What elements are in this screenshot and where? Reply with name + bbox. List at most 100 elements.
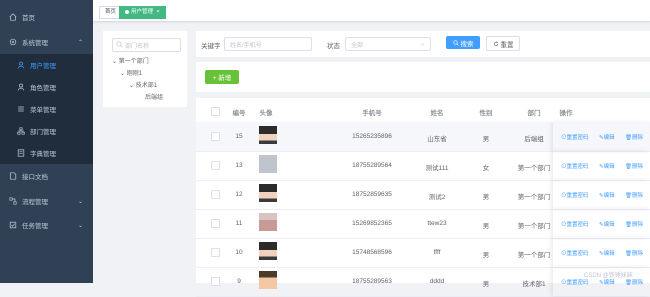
search-button-label: 搜索 (460, 40, 474, 48)
keyword-input[interactable]: 姓名/手机号 (224, 37, 312, 51)
reset-password-link[interactable]: ⊙重置密码 (561, 220, 589, 228)
row-actions: ⊙重置密码 ✎编辑 🗑删除 (553, 209, 650, 238)
sidebar-item-menus[interactable]: 菜单管理 (0, 98, 93, 120)
refresh-icon (493, 40, 498, 46)
delete-link[interactable]: 🗑删除 (625, 249, 643, 257)
reset-password-link[interactable]: ⊙重置密码 (561, 162, 589, 170)
department-search-input[interactable]: 部门名称 (112, 38, 181, 52)
task-icon (9, 221, 17, 229)
select-all-checkbox[interactable] (211, 107, 220, 116)
status-select[interactable]: 全部 ⌄ (345, 37, 431, 51)
delete-link[interactable]: 🗑删除 (625, 278, 643, 286)
sidebar-item-label: 任务管理 (22, 223, 48, 230)
status-label: 状态 (327, 43, 340, 50)
reset-button[interactable]: 重置 (486, 36, 520, 51)
sidebar-item-workflow[interactable]: 流程管理 ⌄ (0, 190, 93, 212)
add-user-button[interactable]: + 新增 (205, 70, 239, 84)
row-checkbox[interactable] (211, 190, 220, 199)
tag-label: 首页 (105, 9, 117, 15)
search-button[interactable]: 搜索 (446, 36, 480, 49)
avatar (259, 271, 277, 289)
tree-node[interactable]: 后端组 (145, 92, 163, 101)
cell-gender: 男 (482, 281, 490, 288)
table-row[interactable]: 11 15269852365 ttew23 男 第一个部门 ⊙重置密码 ✎编辑 🗑删除 (196, 209, 650, 239)
reset-password-link[interactable]: ⊙重置密码 (561, 133, 589, 141)
tag-user-management[interactable]: 用户管理 × (119, 6, 166, 19)
table-row[interactable]: 9 18755289563 dddd 男 技术部1 ⊙重置密码 ✎编辑 🗑删除 (196, 267, 650, 297)
sidebar-item-departments[interactable]: 部门管理 (0, 120, 93, 142)
active-dot-icon (125, 9, 129, 14)
cell-gender: 女 (482, 165, 490, 172)
menu-icon (18, 106, 24, 112)
sidebar-item-home[interactable]: 首页 (0, 6, 93, 28)
row-actions: ⊙重置密码 ✎编辑 🗑删除 (553, 238, 650, 267)
tree-toggle-icon[interactable]: ⌄ (129, 83, 134, 89)
column-header-gender: 性别 (479, 110, 493, 117)
cell-gender: 男 (482, 252, 490, 259)
tree-node[interactable]: ⌄ 刚刚1 (120, 68, 142, 77)
cell-department: 技术部1 (522, 281, 546, 288)
action-label: 删除 (631, 135, 643, 141)
doc-icon (10, 172, 17, 180)
chevron-down-icon: ⌄ (77, 198, 83, 205)
role-icon (17, 83, 25, 91)
sidebar-item-api-docs[interactable]: 接口文档 (0, 165, 93, 187)
row-checkbox[interactable] (211, 219, 220, 228)
delete-link[interactable]: 🗑删除 (625, 162, 643, 170)
table-row[interactable]: 10 15748568596 ffff 男 第一个部门 ⊙重置密码 ✎编辑 🗑删除 (196, 238, 650, 268)
action-label: 编辑 (603, 193, 615, 199)
sidebar-item-system[interactable]: 系统管理 ⌃ (0, 31, 93, 53)
row-checkbox[interactable] (211, 277, 220, 286)
action-label: 重置密码 (566, 164, 589, 170)
edit-link[interactable]: ✎编辑 (599, 220, 615, 228)
action-label: 重置密码 (566, 222, 589, 228)
tree-toggle-icon[interactable]: ⌄ (112, 59, 117, 65)
tree-toggle-icon[interactable]: ⌄ (120, 71, 125, 77)
delete-link[interactable]: 🗑删除 (625, 191, 643, 199)
edit-link[interactable]: ✎编辑 (599, 278, 615, 286)
action-label: 删除 (631, 251, 643, 257)
row-checkbox[interactable] (211, 132, 220, 141)
column-header-phone: 手机号 (362, 110, 382, 117)
sidebar-item-label: 首页 (22, 15, 35, 22)
reset-password-link[interactable]: ⊙重置密码 (561, 249, 589, 257)
tree-node[interactable]: ⌄ 技术部1 (129, 80, 157, 89)
row-checkbox[interactable] (211, 161, 220, 170)
action-label: 重置密码 (566, 193, 589, 199)
sidebar-item-users[interactable]: 用户管理 (0, 54, 93, 76)
close-icon[interactable]: × (157, 9, 160, 15)
cell-name: 测试111 (425, 165, 449, 172)
cell-id: 13 (235, 162, 243, 169)
sidebar-item-tasks[interactable]: 任务管理 ⌄ (0, 214, 93, 236)
row-actions: ⊙重置密码 ✎编辑 🗑删除 (553, 180, 650, 209)
sidebar-item-dictionary[interactable]: 字典管理 (0, 142, 93, 164)
sidebar-item-roles[interactable]: 角色管理 (0, 76, 93, 98)
edit-link[interactable]: ✎编辑 (599, 249, 615, 257)
search-icon (452, 39, 459, 46)
cell-id: 11 (235, 220, 243, 227)
delete-link[interactable]: 🗑删除 (625, 133, 643, 141)
reset-password-link[interactable]: ⊙重置密码 (561, 191, 589, 199)
edit-link[interactable]: ✎编辑 (599, 162, 615, 170)
table-row[interactable]: 12 18752859635 测试2 男 第一个部门 ⊙重置密码 ✎编辑 🗑删除 (196, 180, 650, 210)
delete-link[interactable]: 🗑删除 (625, 220, 643, 228)
sidebar-item-label: 流程管理 (22, 199, 48, 206)
avatar (259, 126, 277, 144)
home-icon (9, 13, 17, 21)
row-checkbox[interactable] (211, 248, 220, 257)
cell-department: 第一个部门 (517, 194, 551, 201)
flow-icon (9, 197, 17, 205)
action-label: 编辑 (603, 222, 615, 228)
watermark: CSDN @铁锤妹妹 (584, 273, 633, 279)
edit-link[interactable]: ✎编辑 (599, 191, 615, 199)
avatar (259, 184, 277, 202)
avatar (259, 155, 277, 173)
action-label: 删除 (631, 193, 643, 199)
table-row[interactable]: 13 18755289564 测试111 女 第一个部门 ⊙重置密码 ✎编辑 🗑删除 (196, 151, 650, 181)
table-row[interactable]: 15 15265235896 山东省 男 后端组 ⊙重置密码 ✎编辑 🗑删除 (196, 122, 650, 152)
trash-icon: 🗑 (625, 222, 632, 228)
edit-link[interactable]: ✎编辑 (599, 133, 615, 141)
cell-gender: 男 (482, 136, 490, 143)
reset-password-link[interactable]: ⊙重置密码 (561, 278, 589, 286)
tree-node[interactable]: ⌄ 第一个部门 (112, 56, 149, 65)
